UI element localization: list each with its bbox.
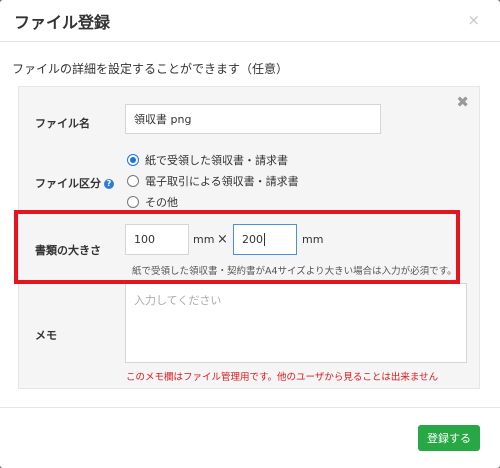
file-type-label: ファイル区分?: [35, 175, 114, 191]
radio-unchecked-icon[interactable]: [127, 196, 139, 208]
modal-header: ファイル登録: [0, 0, 500, 42]
footer-divider: [0, 407, 500, 408]
close-icon[interactable]: ×: [467, 11, 480, 29]
file-type-label-text: ファイル区分: [35, 177, 101, 190]
modal-title: ファイル登録: [14, 12, 111, 32]
file-name-label: ファイル名: [35, 117, 90, 130]
radio-checked-icon[interactable]: [127, 154, 139, 166]
file-name-value: 領収書 png: [134, 113, 192, 126]
radio-label: 紙で受領した領収書・請求書: [145, 154, 288, 167]
memo-placeholder: 入力してください: [134, 294, 222, 307]
register-button[interactable]: 登録する: [418, 425, 480, 451]
file-name-input[interactable]: 領収書 png: [125, 104, 381, 134]
radio-label: その他: [145, 196, 178, 209]
radio-unchecked-icon[interactable]: [127, 175, 139, 187]
radio-paper-receipt[interactable]: 紙で受領した領収書・請求書: [127, 152, 288, 168]
memo-textarea[interactable]: 入力してください: [125, 283, 467, 363]
memo-label: メモ: [35, 329, 57, 342]
highlight-box: [14, 210, 460, 284]
file-register-modal: ファイル登録 × ファイルの詳細を設定することができます（任意） ✖ ファイル名…: [0, 0, 500, 468]
help-icon[interactable]: ?: [104, 179, 114, 189]
radio-other[interactable]: その他: [127, 194, 178, 210]
memo-warning: このメモ欄はファイル管理用です。他のユーザから見ることは出来ません: [126, 372, 439, 383]
panel-close-icon[interactable]: ✖: [456, 93, 469, 111]
intro-text: ファイルの詳細を設定することができます（任意）: [12, 62, 289, 76]
radio-label: 電子取引による領収書・請求書: [145, 175, 299, 188]
radio-electronic-receipt[interactable]: 電子取引による領収書・請求書: [127, 173, 299, 189]
